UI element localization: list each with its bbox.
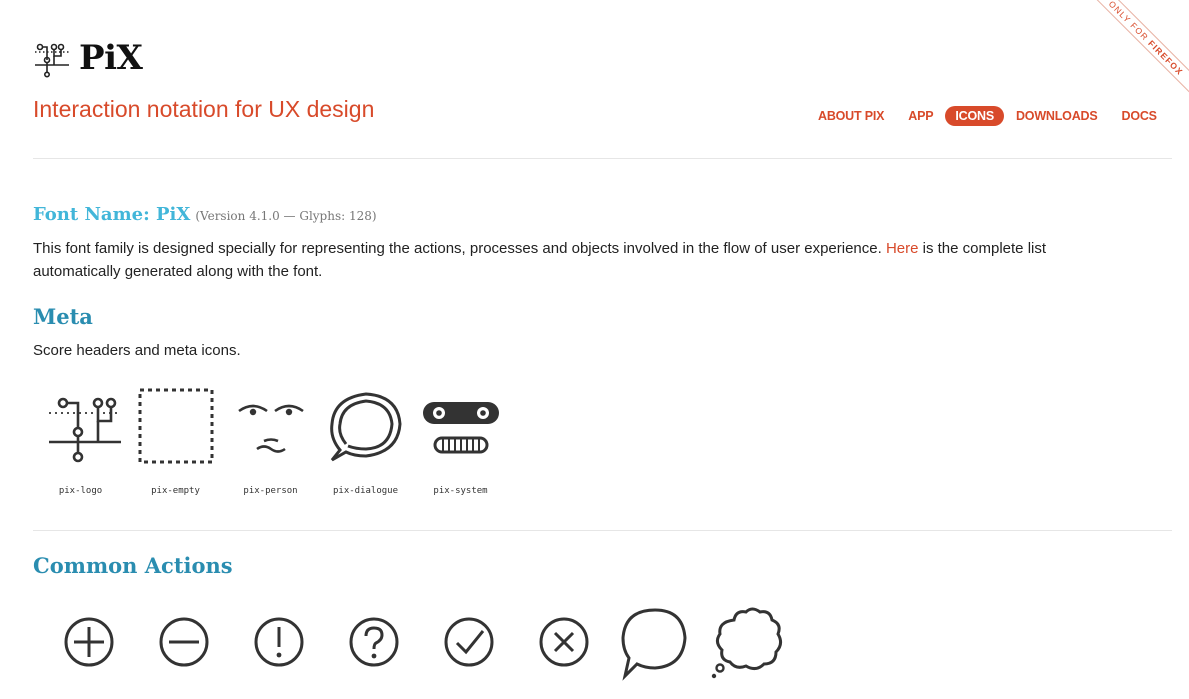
system-icon <box>422 402 499 454</box>
glyph-label: pix-system <box>433 486 488 496</box>
desc-text-1: This font family is designed specially f… <box>33 240 886 257</box>
glyph-pix-empty[interactable]: pix-empty <box>128 386 223 496</box>
main-nav: ABOUT PIX APP ICONS DOWNLOADS DOCS <box>818 106 1157 126</box>
glyph-question[interactable] <box>318 606 413 686</box>
meta-heading: Meta <box>33 304 93 329</box>
dialogue-icon <box>329 392 402 462</box>
nav-icons[interactable]: ICONS <box>945 106 1004 126</box>
meta-icon-row: pix-logo pix-empty pix-person pix-dialog… <box>33 386 508 496</box>
font-description: This font family is designed specially f… <box>33 237 1133 283</box>
meta-subtitle: Score headers and meta icons. <box>33 342 241 359</box>
brand-name: PiX <box>79 38 143 78</box>
speech-bubble-icon <box>620 608 687 681</box>
nav-app[interactable]: APP <box>908 106 933 126</box>
header-divider <box>33 158 1172 159</box>
site-logo[interactable]: PiX <box>33 38 143 78</box>
glyph-speech-bubble[interactable] <box>603 606 698 686</box>
ribbon-label: ONLY FOR FIREFOX <box>1080 0 1189 104</box>
empty-icon <box>138 388 213 464</box>
glyph-list-link[interactable]: Here <box>886 240 919 257</box>
glyph-label: pix-dialogue <box>332 486 399 496</box>
remove-icon <box>159 617 208 667</box>
glyph-pix-dialogue[interactable]: pix-dialogue <box>318 386 413 496</box>
add-icon <box>64 617 113 667</box>
question-icon <box>349 617 398 667</box>
glyph-pix-logo[interactable]: pix-logo <box>33 386 128 496</box>
check-icon <box>444 617 493 667</box>
firefox-ribbon[interactable]: ONLY FOR FIREFOX <box>1079 0 1189 110</box>
close-icon <box>539 617 588 667</box>
person-icon <box>237 404 304 453</box>
glyph-pix-system[interactable]: pix-system <box>413 386 508 496</box>
common-actions-heading: Common Actions <box>33 553 233 578</box>
nav-downloads[interactable]: DOWNLOADS <box>1016 106 1098 126</box>
font-version: (Version 4.1.0 — Glyphs: 128) <box>195 209 377 223</box>
thought-bubble-icon <box>711 607 782 679</box>
nav-about-pix[interactable]: ABOUT PIX <box>818 106 884 126</box>
glyph-close[interactable] <box>508 606 603 686</box>
glyph-label: pix-logo <box>58 486 103 496</box>
glyph-alert[interactable] <box>223 606 318 686</box>
logo-icon <box>48 397 121 463</box>
common-actions-icon-row <box>33 606 793 686</box>
font-name: Font Name: PiX <box>33 204 191 225</box>
pix-logo-icon <box>35 43 69 78</box>
glyph-pix-person[interactable]: pix-person <box>223 386 318 496</box>
glyph-label: pix-empty <box>151 486 200 496</box>
nav-docs[interactable]: DOCS <box>1122 106 1158 126</box>
font-name-heading: Font Name: PiX (Version 4.1.0 — Glyphs: … <box>33 204 377 225</box>
site-tagline: Interaction notation for UX design <box>33 96 375 122</box>
glyph-check[interactable] <box>413 606 508 686</box>
alert-icon <box>254 617 303 667</box>
glyph-thought-bubble[interactable] <box>698 606 793 686</box>
section-divider <box>33 530 1172 531</box>
glyph-remove[interactable] <box>128 606 223 686</box>
glyph-add[interactable] <box>33 606 128 686</box>
glyph-label: pix-person <box>243 486 298 496</box>
